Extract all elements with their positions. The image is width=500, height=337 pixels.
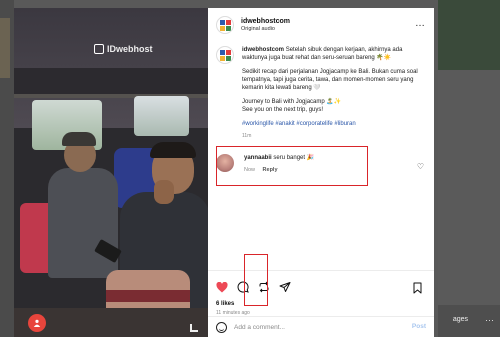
more-options-icon[interactable]: … bbox=[415, 18, 425, 29]
photo-person-2-hand bbox=[154, 180, 174, 204]
caption-text-2: Sedikit recap dari perjalanan Jogjacamp … bbox=[242, 69, 418, 91]
background-label: ages bbox=[452, 316, 468, 323]
photo-person-1-body bbox=[48, 168, 118, 278]
share-icon[interactable] bbox=[279, 281, 291, 293]
add-comment-bar: Add a comment... Post bbox=[208, 316, 434, 337]
volume-icon[interactable] bbox=[190, 324, 198, 332]
background-thumbnail-right bbox=[438, 0, 500, 70]
likes-count[interactable]: 6 likes bbox=[216, 301, 234, 307]
background-feed-right bbox=[438, 70, 500, 305]
caption-text-3: Journey to Bali with Jogjacamp 🏝️✨ bbox=[242, 99, 342, 105]
background-thumbnail-left bbox=[0, 18, 10, 78]
heart-filled-icon[interactable] bbox=[216, 281, 228, 293]
caption-avatar[interactable] bbox=[216, 46, 234, 64]
photo-person-1-cap bbox=[62, 132, 96, 146]
watermark: IDwebhost bbox=[94, 44, 153, 54]
tagged-people-button[interactable] bbox=[28, 314, 46, 332]
caption-text-4: See you on the next trip, guys! bbox=[242, 107, 324, 113]
bookmark-icon[interactable] bbox=[412, 281, 424, 294]
watermark-text: IDwebhost bbox=[107, 44, 153, 54]
caption-hashtags[interactable]: #workinglife #anakit #corporatelife #lib… bbox=[242, 120, 428, 128]
background-menu-icon: ⋯ bbox=[485, 315, 494, 325]
comment-like-icon[interactable]: ♡ bbox=[417, 162, 424, 171]
audio-label[interactable]: Original audio bbox=[241, 26, 290, 32]
add-comment-input[interactable]: Add a comment... bbox=[234, 324, 285, 331]
post-media[interactable]: IDwebhost bbox=[14, 8, 208, 337]
emoji-icon[interactable] bbox=[216, 321, 227, 333]
photo-person-2-hair bbox=[150, 142, 196, 158]
highlight-comment-box bbox=[216, 146, 368, 186]
highlight-repost-box bbox=[244, 254, 268, 306]
post-caption: idwebhostcom Setelah sibuk dengan kerjaa… bbox=[216, 46, 428, 140]
account-avatar[interactable] bbox=[216, 16, 234, 34]
watermark-logo-icon bbox=[94, 44, 104, 54]
photo-bag-stripe bbox=[106, 290, 190, 302]
caption-timestamp: 11m bbox=[242, 133, 252, 139]
caption-username[interactable]: idwebhostcom bbox=[242, 47, 284, 53]
post-comment-button[interactable]: Post bbox=[412, 323, 426, 330]
post-header: idwebhostcom Original audio … bbox=[208, 8, 434, 42]
account-username[interactable]: idwebhostcom bbox=[241, 18, 290, 25]
photo-window-2 bbox=[134, 96, 189, 136]
person-icon bbox=[33, 319, 41, 327]
